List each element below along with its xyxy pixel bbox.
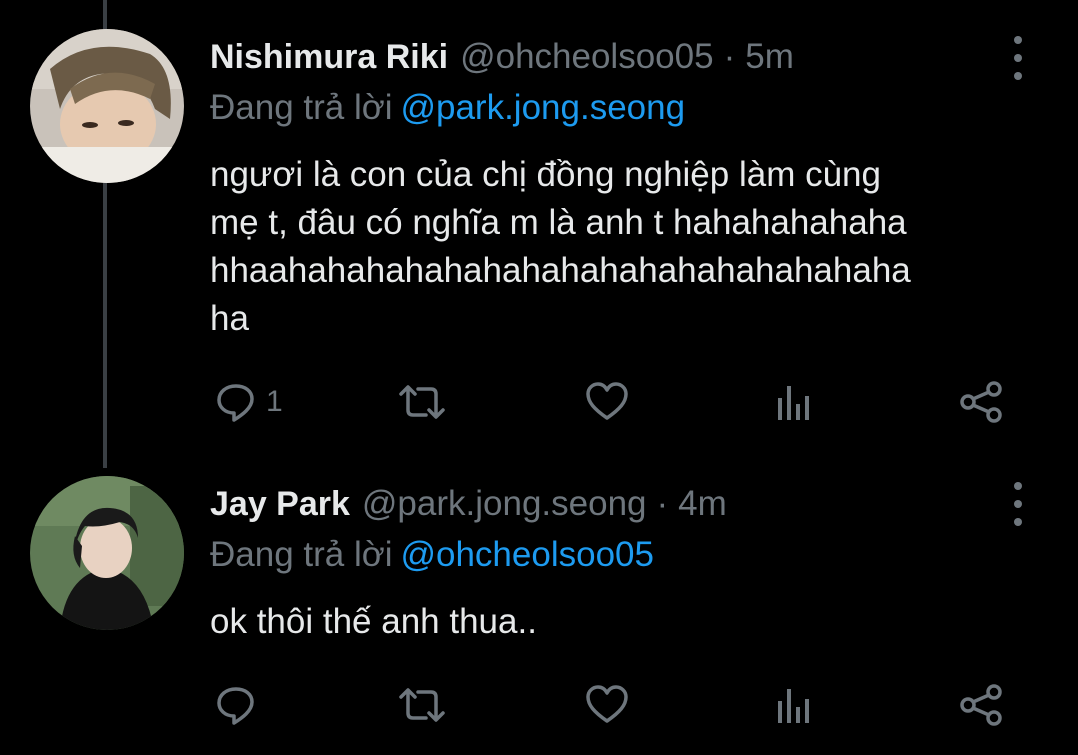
share-button[interactable] <box>958 380 1004 424</box>
reply-button[interactable]: 1 <box>214 380 283 424</box>
tweet-actions: 1 <box>0 380 1078 424</box>
share-button[interactable] <box>958 683 1004 727</box>
replying-to: Đang trả lời @ohcheolsoo05 <box>210 533 654 577</box>
share-icon <box>960 684 1002 726</box>
display-name[interactable]: Jay Park <box>210 482 350 526</box>
replying-to: Đang trả lời @park.jong.seong <box>210 86 685 130</box>
more-icon[interactable] <box>1008 36 1028 80</box>
replying-to-label: Đang trả lời <box>210 88 393 127</box>
avatar[interactable] <box>30 29 184 183</box>
tweet-actions <box>0 683 1078 727</box>
reply-button[interactable] <box>214 683 266 727</box>
user-handle[interactable]: @ohcheolsoo05 <box>460 35 714 79</box>
views-button[interactable] <box>774 380 814 424</box>
tweet-text: ngươi là con của chị đồng nghiệp làm cùn… <box>210 155 911 338</box>
retweet-button[interactable] <box>396 380 448 424</box>
retweet-button[interactable] <box>396 683 448 727</box>
like-button[interactable] <box>584 380 630 424</box>
reply-icon <box>217 384 254 422</box>
views-icon <box>778 386 809 420</box>
tweet-text: ok thôi thế anh thua.. <box>210 602 537 641</box>
reply-icon <box>217 687 254 725</box>
separator-dot: · <box>723 37 736 76</box>
avatar[interactable] <box>30 476 184 630</box>
timestamp[interactable]: 4m <box>678 482 727 526</box>
replying-to-handle[interactable]: @ohcheolsoo05 <box>400 535 654 574</box>
tweet-header: Jay Park @park.jong.seong · 4m <box>210 482 727 526</box>
display-name[interactable]: Nishimura Riki <box>210 35 448 79</box>
retweet-icon <box>399 688 445 722</box>
separator-dot: · <box>656 484 669 523</box>
replying-to-label: Đang trả lời <box>210 535 393 574</box>
like-icon <box>586 685 628 723</box>
views-icon <box>778 689 809 723</box>
like-button[interactable] <box>584 683 630 727</box>
user-handle[interactable]: @park.jong.seong <box>362 482 647 526</box>
like-icon <box>586 382 628 420</box>
reply-count: 1 <box>266 385 283 418</box>
views-button[interactable] <box>774 683 814 727</box>
replying-to-handle[interactable]: @park.jong.seong <box>400 88 685 127</box>
share-icon <box>960 381 1002 423</box>
timestamp[interactable]: 5m <box>745 35 794 79</box>
retweet-icon <box>399 385 445 419</box>
tweet-header: Nishimura Riki @ohcheolsoo05 · 5m <box>210 35 794 79</box>
more-icon[interactable] <box>1008 482 1028 526</box>
